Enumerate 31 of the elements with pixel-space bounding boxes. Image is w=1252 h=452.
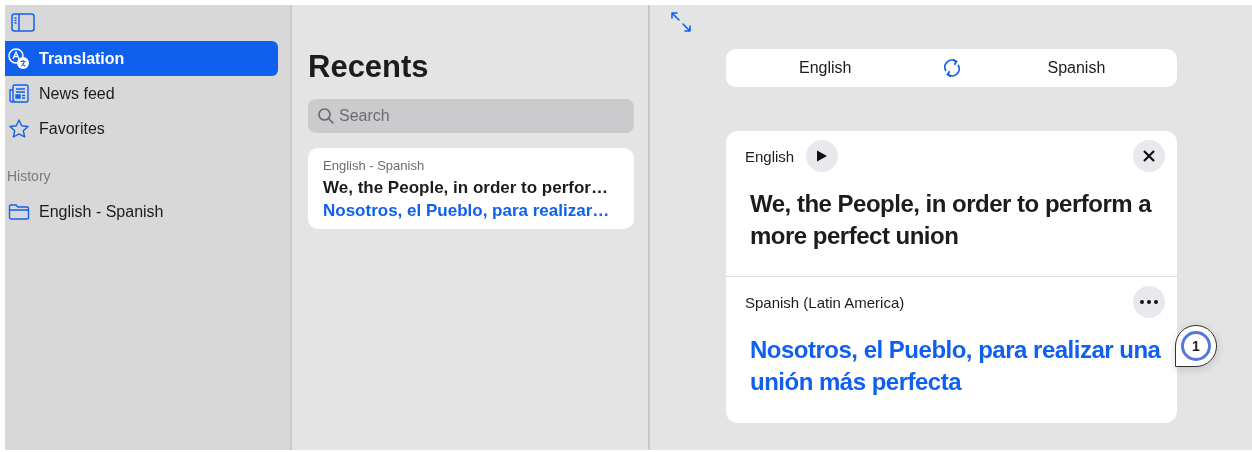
source-language-button[interactable]: English [793, 58, 858, 78]
recent-card[interactable]: English - Spanish We, the People, in order to perfor… Nosotros, el Pueblo, para realizar… [308, 148, 634, 229]
sidebar-item[interactable]: News feed [5, 76, 278, 111]
source-preview: We, the People, in order to perfor… [323, 178, 609, 198]
language-pair: English - Spanish [323, 158, 426, 173]
target-language-button[interactable]: Spanish [1041, 58, 1112, 78]
history-item[interactable]: English - Spanish [5, 194, 278, 229]
search-field[interactable]: Search [308, 99, 634, 133]
expand-icon[interactable] [670, 11, 692, 33]
more-button[interactable] [1133, 286, 1165, 318]
language-label: Spanish (Latin America) [745, 293, 905, 311]
section-heading: History [7, 168, 52, 184]
close-button[interactable] [1133, 140, 1165, 172]
play-button[interactable] [806, 140, 839, 172]
swap-icon[interactable] [941, 57, 962, 79]
source-text: We, the People, in order to perform a more perfect union [750, 189, 1153, 251]
translated-text: Nosotros, el Pueblo, para realizar una unión más perfecta [750, 335, 1162, 397]
language-label: English [745, 147, 795, 165]
sidebar-item[interactable]: Favorites [5, 111, 278, 146]
page-title: Recents [308, 49, 430, 85]
play-icon [816, 150, 829, 162]
more-icon [1140, 300, 1158, 304]
translate-icon [7, 46, 31, 71]
callout-badge: 1 [1175, 325, 1217, 367]
sidebar-toggle-icon[interactable] [11, 13, 35, 33]
sidebar-item[interactable]: Translation [5, 41, 278, 76]
star-icon [8, 117, 30, 140]
newspaper-icon [8, 82, 30, 105]
folder-icon [8, 202, 30, 221]
translation-preview: Nosotros, el Pueblo, para realizar… [323, 201, 611, 221]
close-icon [1143, 150, 1155, 162]
